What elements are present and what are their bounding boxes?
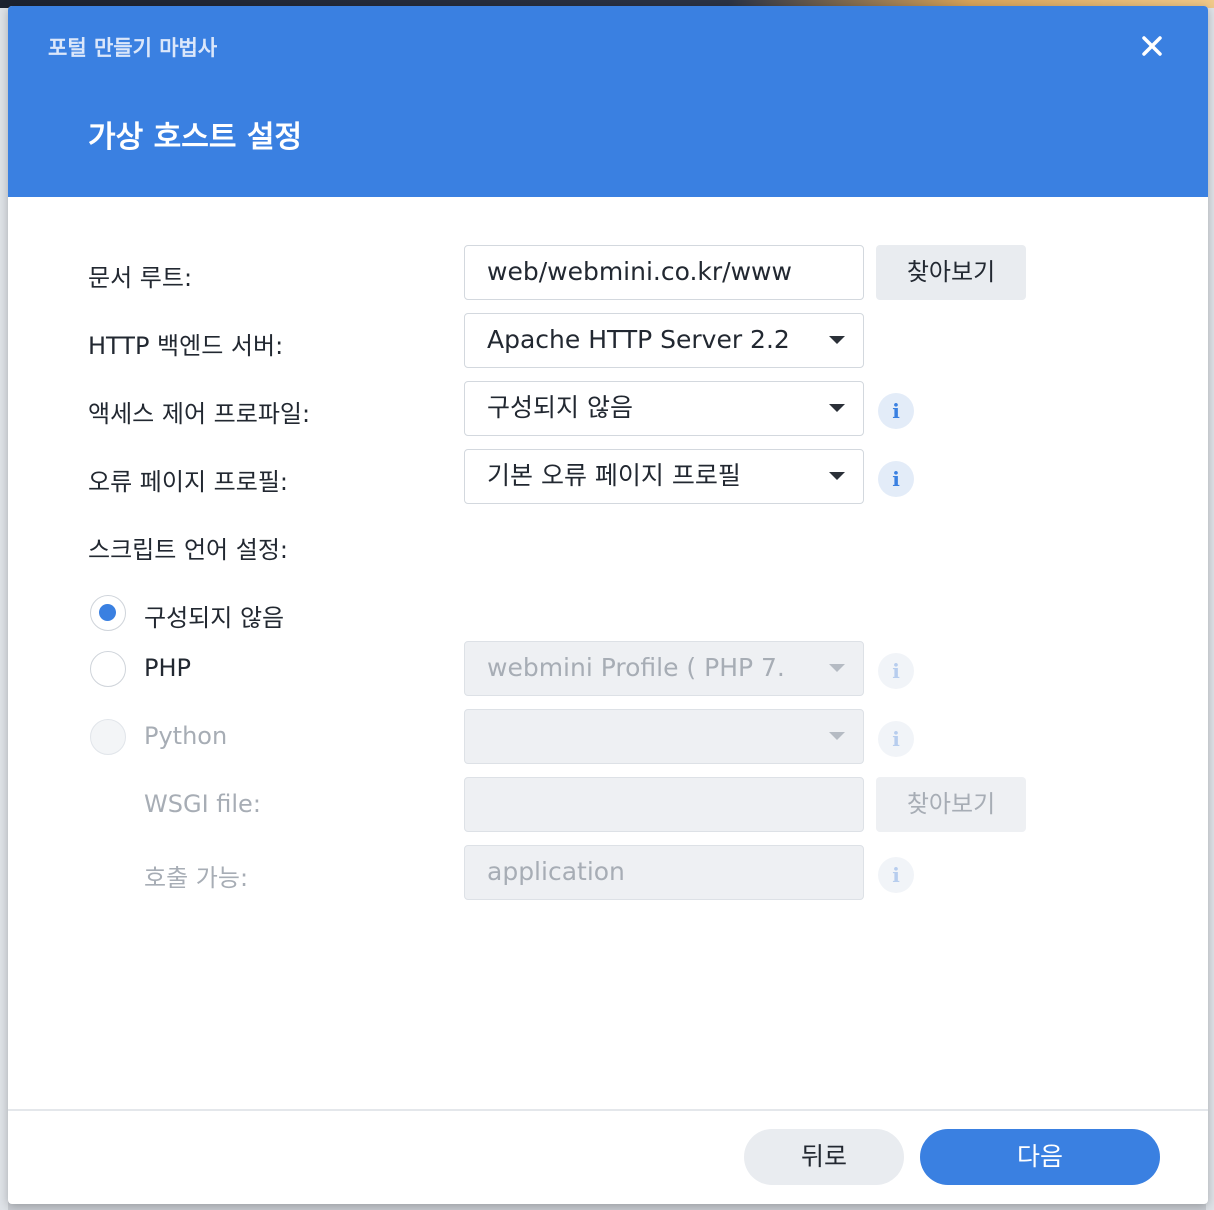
wizard-title: 포털 만들기 마법사 xyxy=(48,36,218,60)
php-profile-select[interactable]: webmini Profile ( PHP 7. xyxy=(464,641,864,696)
radio-python[interactable] xyxy=(90,719,126,755)
error-page-select[interactable]: 기본 오류 페이지 프로필 xyxy=(464,449,864,504)
callable-placeholder: application xyxy=(487,857,625,886)
document-root-label: 문서 루트: xyxy=(88,264,193,292)
info-icon[interactable]: i xyxy=(878,721,914,757)
portal-wizard-dialog: 포털 만들기 마법사 가상 호스트 설정 문서 루트: web/webmini.… xyxy=(8,6,1208,1204)
access-control-value: 구성되지 않음 xyxy=(487,393,633,422)
http-backend-value: Apache HTTP Server 2.2 xyxy=(487,325,790,354)
wsgi-file-input[interactable] xyxy=(464,777,864,832)
desktop-background-left xyxy=(0,8,8,1210)
access-control-label: 액세스 제어 프로파일: xyxy=(88,400,311,428)
chevron-down-icon xyxy=(829,664,845,672)
callable-input[interactable]: application xyxy=(464,845,864,900)
close-icon xyxy=(1142,36,1162,56)
http-backend-select[interactable]: Apache HTTP Server 2.2 xyxy=(464,313,864,368)
radio-python-label: Python xyxy=(144,722,228,750)
access-control-select[interactable]: 구성되지 않음 xyxy=(464,381,864,436)
step-title: 가상 호스트 설정 xyxy=(88,120,303,155)
radio-not-configured[interactable] xyxy=(90,595,126,631)
http-backend-label: HTTP 백엔드 서버: xyxy=(88,332,284,360)
close-button[interactable] xyxy=(1136,30,1168,62)
document-root-browse-button[interactable]: 찾아보기 xyxy=(876,245,1026,300)
radio-php[interactable] xyxy=(90,651,126,687)
chevron-down-icon xyxy=(829,404,845,412)
callable-label: 호출 가능: xyxy=(144,864,249,892)
chevron-down-icon xyxy=(829,732,845,740)
info-icon[interactable]: i xyxy=(878,393,914,429)
python-select[interactable] xyxy=(464,709,864,764)
document-root-value: web/webmini.co.kr/www xyxy=(487,257,792,286)
chevron-down-icon xyxy=(829,336,845,344)
wsgi-file-label: WSGI file: xyxy=(144,790,261,818)
info-icon[interactable]: i xyxy=(878,461,914,497)
dialog-header: 포털 만들기 마법사 가상 호스트 설정 xyxy=(8,6,1208,197)
chevron-down-icon xyxy=(829,472,845,480)
footer-divider xyxy=(8,1109,1208,1111)
radio-php-label: PHP xyxy=(144,654,191,682)
script-language-label: 스크립트 언어 설정: xyxy=(88,536,288,564)
info-icon[interactable]: i xyxy=(878,857,914,893)
php-profile-value: webmini Profile ( PHP 7. xyxy=(487,653,785,682)
info-icon[interactable]: i xyxy=(878,653,914,689)
next-button[interactable]: 다음 xyxy=(920,1129,1160,1185)
error-page-label: 오류 페이지 프로필: xyxy=(88,468,288,496)
back-button[interactable]: 뒤로 xyxy=(744,1129,904,1185)
radio-not-configured-label: 구성되지 않음 xyxy=(144,604,285,632)
document-root-input[interactable]: web/webmini.co.kr/www xyxy=(464,245,864,300)
wsgi-browse-button[interactable]: 찾아보기 xyxy=(876,777,1026,832)
error-page-value: 기본 오류 페이지 프로필 xyxy=(487,461,741,490)
